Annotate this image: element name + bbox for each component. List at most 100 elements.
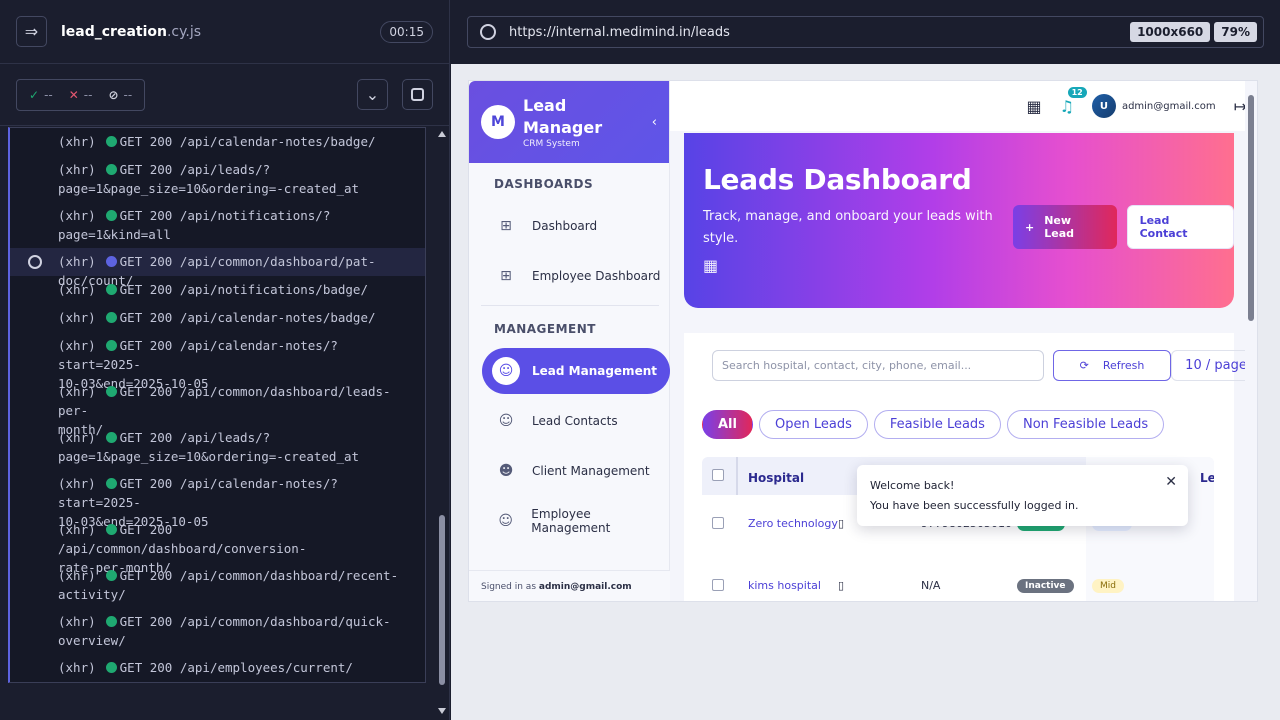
sidebar-item-employee-management[interactable]: ☺ Employee Management (482, 498, 670, 544)
app-sidebar: M Lead Manager CRM System ‹ DASHBOARDS ⊞… (469, 81, 670, 601)
sidebar-item-label: Employee Dashboard (532, 269, 661, 283)
bell-icon[interactable]: ♫ 12 (1060, 86, 1087, 116)
table-row[interactable]: kims hospital ▯ N/A Inactive Mid (702, 557, 1214, 601)
pending-stat: ⊘ -- (108, 88, 132, 102)
command-kind: (xhr) (58, 282, 96, 297)
cross-icon: ✕ (68, 87, 79, 102)
command-text: GET 200 /api/leads/? (119, 430, 271, 445)
sidebar-item-lead-contacts[interactable]: ☺ Lead Contacts (482, 398, 670, 444)
app-scrollbar[interactable] (1245, 81, 1257, 601)
sidebar-item-employee-dashboard[interactable]: ⊞ Employee Dashboard (482, 253, 670, 299)
command-text: GET 200 /api/calendar-notes/badge/ (119, 134, 376, 149)
signed-in-user: admin@gmail.com (538, 582, 632, 592)
command-text: GET 200 /api/employees/current/ (119, 660, 353, 675)
user-settings-icon: ☺ (498, 513, 513, 529)
document-icon[interactable]: ▯ (838, 517, 844, 530)
command-kind: (xhr) (58, 476, 96, 491)
filter-feasible-leads[interactable]: Feasible Leads (873, 410, 1001, 439)
url-bar: https://internal.medimind.in/leads 1000x… (451, 0, 1280, 64)
command-row[interactable]: (xhr) GET 200 /api/calendar-notes/badge/ (10, 128, 425, 156)
command-row[interactable]: (xhr) GET 200 /api/common/dashboard/pat-d… (10, 248, 425, 288)
document-icon[interactable]: ▯ (838, 579, 844, 592)
command-row[interactable]: (xhr) GET 200 /api/notifications/badge/ (10, 276, 425, 304)
command-row[interactable]: (xhr) GET 200 /api/calendar-notes/badge/ (10, 304, 425, 332)
refresh-button[interactable]: ⟳ Refresh (1053, 350, 1171, 381)
passed-count: -- (44, 87, 53, 102)
command-text-continued: activity/ (58, 587, 126, 602)
command-row[interactable]: (xhr) GET 200 /api/calendar-notes/?start=… (10, 332, 425, 391)
sidebar-item-label: Lead Management (532, 364, 657, 378)
new-lead-button[interactable]: + New Lead (1013, 205, 1117, 249)
filter-non-feasible-leads[interactable]: Non Feasible Leads (1006, 410, 1165, 439)
spec-header: ⇒ lead_creation.cy.js 00:15 (0, 0, 449, 64)
header-hospital[interactable]: Hospital (748, 471, 804, 485)
expand-button[interactable]: ⌄ (357, 79, 388, 110)
status-dot-icon (105, 432, 117, 443)
refresh-icon: ⟳ (1079, 359, 1089, 372)
command-log-scrollbar[interactable] (436, 127, 448, 720)
calendar-icon[interactable]: ▦ (1026, 97, 1041, 116)
sidebar-item-dashboard[interactable]: ⊞ Dashboard (482, 203, 670, 249)
select-all-checkbox[interactable] (712, 469, 724, 481)
test-stats: ✓ -- ✕ -- ⊘ -- (16, 78, 146, 111)
filter-open-leads[interactable]: Open Leads (758, 410, 868, 439)
command-row[interactable]: (xhr) GET 200 /api/calendar-notes/?start=… (10, 470, 425, 529)
command-row[interactable]: (xhr) GET 200 /api/leads/? page=1&page_siz… (10, 156, 425, 202)
command-row[interactable]: (xhr) GET 200 /api/employees/current/ (10, 654, 425, 682)
app-scroll-thumb[interactable] (1248, 95, 1254, 321)
hospital-link[interactable]: kims hospital (748, 579, 821, 592)
sidebar-header: M Lead Manager CRM System ‹ (469, 81, 669, 163)
app-frame: M Lead Manager CRM System ‹ DASHBOARDS ⊞… (468, 80, 1258, 602)
user-email[interactable]: admin@gmail.com (1122, 101, 1216, 112)
search-input[interactable]: Search hospital, contact, city, phone, e… (712, 350, 1044, 381)
command-row[interactable]: (xhr) GET 200 /api/notifications/? page=1&… (10, 202, 425, 248)
header-lead[interactable]: Le (1200, 471, 1214, 485)
close-icon[interactable]: ✕ (1165, 474, 1177, 490)
filter-all[interactable]: All (702, 410, 753, 439)
command-row[interactable]: (xhr) GET 200 /api/common/dashboard/leads… (10, 378, 425, 437)
command-row[interactable]: (xhr) GET 200 /api/common/dashboard/quick… (10, 608, 425, 654)
section-management: MANAGEMENT (494, 322, 596, 336)
command-text: GET 200 /api/notifications/? (119, 208, 331, 223)
command-kind: (xhr) (58, 310, 96, 325)
grid-icon: ⊞ (500, 268, 512, 284)
url-text[interactable]: https://internal.medimind.in/leads (509, 25, 1126, 40)
scroll-down-arrow-icon[interactable] (438, 708, 446, 714)
command-row[interactable]: (xhr) GET 200 /api/common/dashboard/recen… (10, 562, 425, 608)
spec-name: lead_creation (61, 23, 167, 40)
command-text: GET 200 /api/calendar-notes/?start=2025- (58, 338, 338, 372)
toast-message: You have been successfully logged in. (870, 499, 1079, 512)
stop-button[interactable] (402, 79, 433, 110)
command-kind: (xhr) (58, 614, 96, 629)
command-text: GET 200 /api/common/dashboard/quick- (119, 614, 391, 629)
command-row[interactable]: (xhr) GET 200 /api/common/dashboard/conve… (10, 516, 425, 575)
command-text: GET 200 /api/leads/? (119, 162, 271, 177)
status-dot-icon (105, 662, 117, 673)
sidebar-item-label: Lead Contacts (532, 414, 618, 428)
command-kind: (xhr) (58, 338, 96, 353)
page-title: Leads Dashboard (703, 163, 972, 196)
toggle-specs-button[interactable]: ⇒ (16, 16, 47, 47)
scroll-up-arrow-icon[interactable] (438, 131, 446, 137)
command-row[interactable]: (xhr) GET 200 /api/leads/? page=1&page_siz… (10, 424, 425, 470)
status-dot-icon (105, 340, 117, 351)
notification-badge: 12 (1067, 86, 1087, 98)
stop-icon (411, 88, 424, 101)
sidebar-item-client-management[interactable]: ☻ Client Management (482, 448, 670, 494)
app-preview-panel: https://internal.medimind.in/leads 1000x… (451, 0, 1280, 720)
row-checkbox[interactable] (712, 579, 724, 591)
row-checkbox[interactable] (712, 517, 724, 529)
command-kind: (xhr) (58, 522, 96, 537)
command-kind: (xhr) (58, 254, 96, 269)
hero-banner: Leads Dashboard Track, manage, and onboa… (684, 133, 1234, 308)
url-box[interactable]: https://internal.medimind.in/leads 1000x… (467, 16, 1264, 48)
scroll-thumb[interactable] (439, 515, 445, 685)
avatar[interactable]: U (1091, 94, 1116, 118)
hospital-link[interactable]: Zero technology (748, 517, 838, 530)
collapse-sidebar-icon[interactable]: ‹ (652, 115, 657, 130)
lead-contact-button[interactable]: Lead Contact (1126, 205, 1234, 249)
sidebar-item-lead-management[interactable]: ☺ Lead Management (482, 348, 670, 394)
brand-title-2: Manager (523, 118, 603, 137)
brand-subtitle: CRM System (523, 139, 580, 149)
refresh-label: Refresh (1102, 359, 1145, 372)
